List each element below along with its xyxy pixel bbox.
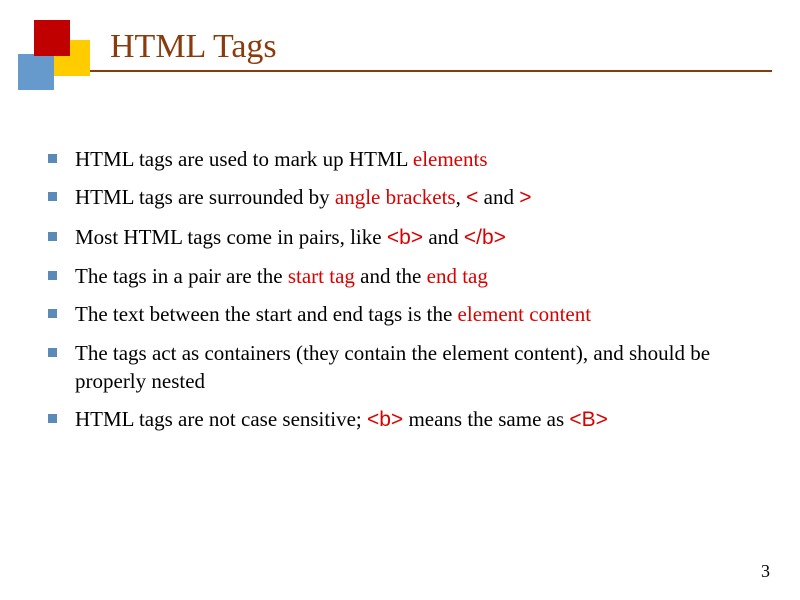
decor-blue-square-icon <box>18 54 54 90</box>
highlight-text: <b> <box>367 408 403 431</box>
bullet-icon <box>48 271 57 280</box>
decor-red-square-icon <box>34 20 70 56</box>
bullet-text: HTML tags are used to mark up HTML eleme… <box>75 145 488 173</box>
bullet-icon <box>48 192 57 201</box>
bullet-icon <box>48 348 57 357</box>
highlight-text: > <box>519 186 531 209</box>
bullet-icon <box>48 154 57 163</box>
list-item: HTML tags are surrounded by angle bracke… <box>48 183 760 212</box>
highlight-text: element content <box>458 302 592 326</box>
list-item: HTML tags are not case sensitive; <b> me… <box>48 405 760 434</box>
highlight-text: angle brackets <box>335 185 456 209</box>
title-underline <box>88 70 772 72</box>
bullet-icon <box>48 414 57 423</box>
highlight-text: start tag <box>288 264 355 288</box>
bullet-text: Most HTML tags come in pairs, like <b> a… <box>75 223 506 252</box>
bullet-text: The text between the start and end tags … <box>75 300 591 328</box>
page-number: 3 <box>761 561 770 582</box>
highlight-text: end tag <box>427 264 488 288</box>
list-item: Most HTML tags come in pairs, like <b> a… <box>48 223 760 252</box>
bullet-text: HTML tags are surrounded by angle bracke… <box>75 183 531 212</box>
list-item: The text between the start and end tags … <box>48 300 760 328</box>
bullet-icon <box>48 309 57 318</box>
highlight-text: </b> <box>464 226 506 249</box>
bullet-icon <box>48 232 57 241</box>
highlight-text: < <box>466 186 478 209</box>
list-item: The tags in a pair are the start tag and… <box>48 262 760 290</box>
list-item: HTML tags are used to mark up HTML eleme… <box>48 145 760 173</box>
list-item: The tags act as containers (they contain… <box>48 339 760 396</box>
highlight-text: elements <box>413 147 488 171</box>
bullet-text: The tags act as containers (they contain… <box>75 339 760 396</box>
slide-title: HTML Tags <box>110 28 277 66</box>
slide-header: HTML Tags <box>0 0 800 80</box>
highlight-text: <b> <box>387 226 423 249</box>
slide-body: HTML tags are used to mark up HTML eleme… <box>48 145 760 445</box>
bullet-text: HTML tags are not case sensitive; <b> me… <box>75 405 608 434</box>
bullet-text: The tags in a pair are the start tag and… <box>75 262 488 290</box>
highlight-text: <B> <box>569 408 608 431</box>
